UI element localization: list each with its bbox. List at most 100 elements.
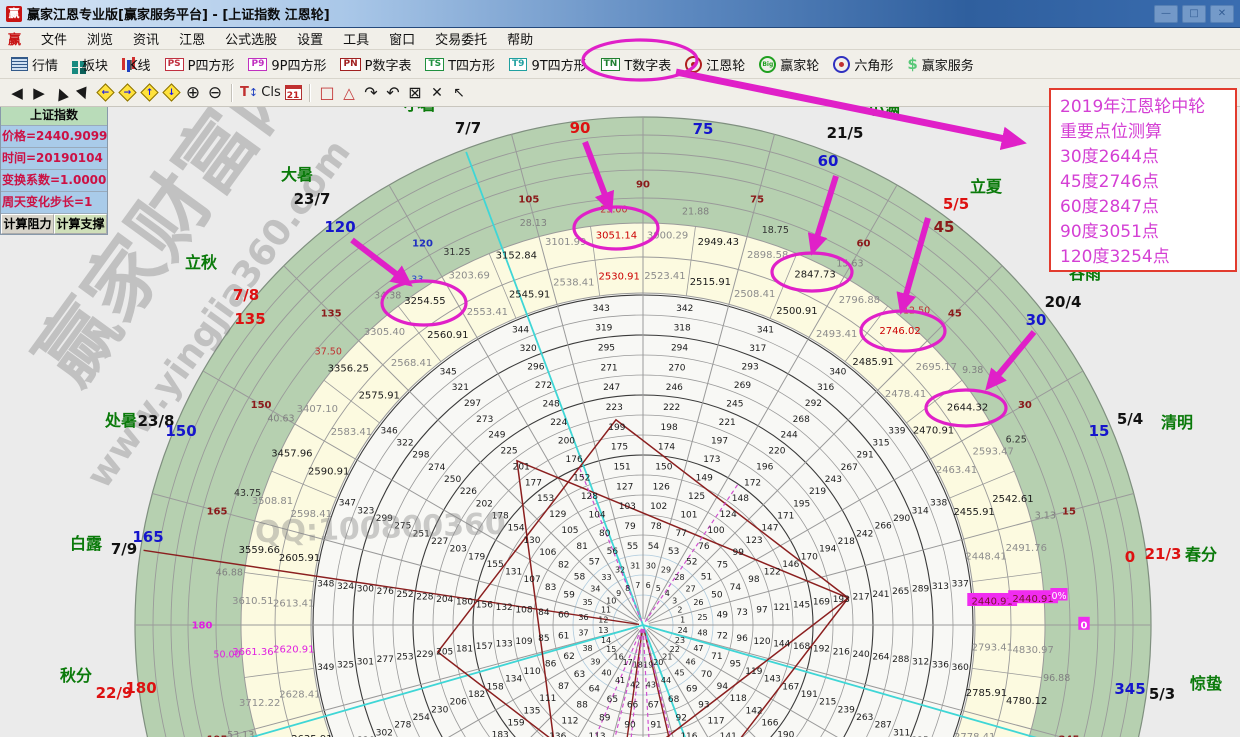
pan-right-icon[interactable]: ▶ — [28, 82, 50, 104]
rotate-ccw-icon[interactable]: ↶ — [382, 82, 404, 104]
svg-text:104: 104 — [588, 510, 605, 520]
toolbar-item-9p-square[interactable]: P99P四方形 — [241, 52, 333, 76]
rotate-cw-icon[interactable]: ↷ — [360, 82, 382, 104]
toolbar-item-kline[interactable]: K线 — [115, 52, 158, 76]
svg-text:3.13: 3.13 — [1035, 511, 1056, 522]
svg-text:2545.91: 2545.91 — [509, 289, 550, 300]
step-left-icon[interactable]: ← — [94, 82, 116, 104]
wheel-label-5/4: 5/4 — [1117, 410, 1143, 428]
svg-text:345: 345 — [440, 367, 457, 377]
svg-text:2620.91: 2620.91 — [273, 644, 314, 655]
svg-text:12.50: 12.50 — [903, 306, 930, 317]
time-axis-icon[interactable]: T↕ — [238, 82, 260, 104]
toolbar-label: P数字表 — [365, 55, 412, 74]
svg-text:63: 63 — [574, 670, 585, 680]
toolbar-item-winner-service[interactable]: $赢家服务 — [900, 52, 980, 76]
calc-resistance-button[interactable]: 计算阻力 — [1, 214, 54, 234]
step-down-icon[interactable]: ↓ — [160, 82, 182, 104]
toolbar-item-winner-wheel[interactable]: Big赢家轮 — [752, 52, 826, 76]
step-up-icon[interactable]: ↑ — [138, 82, 160, 104]
svg-text:108: 108 — [515, 605, 532, 615]
toolbar-label: T数字表 — [624, 55, 671, 74]
toolbar-item-quotes[interactable]: 行情 — [4, 52, 65, 76]
menu-item-tools[interactable]: 工具 — [333, 29, 379, 48]
wheel-label-20/4: 20/4 — [1045, 293, 1082, 311]
t-square-badge-icon: TS — [425, 58, 444, 71]
toolbar-item-t-square[interactable]: TST四方形 — [418, 52, 502, 76]
toolbar-item-gann-wheel[interactable]: 江恩轮 — [678, 52, 752, 76]
svg-text:72: 72 — [717, 632, 728, 642]
svg-text:265: 265 — [892, 587, 909, 597]
svg-text:30: 30 — [646, 561, 656, 570]
main-toolbar: 行情板块 K线 PSP四方形P99P四方形PNP数字表TST四方形T99T四方形TN… — [0, 50, 1240, 79]
toolbar-label: 行情 — [32, 55, 58, 74]
calc-support-button[interactable]: 计算支撑 — [54, 214, 107, 234]
svg-text:88: 88 — [576, 700, 588, 710]
toolbar-item-sectors[interactable]: 板块 — [65, 52, 115, 76]
svg-text:2538.41: 2538.41 — [553, 277, 594, 288]
zoom-in-icon[interactable]: ⊕ — [182, 82, 204, 104]
svg-text:249: 249 — [488, 431, 505, 441]
menu-item-file[interactable]: 文件 — [31, 29, 77, 48]
svg-text:271: 271 — [600, 363, 617, 373]
svg-text:154: 154 — [507, 524, 524, 534]
svg-text:224: 224 — [550, 418, 567, 428]
toolbar-item-t-number-table[interactable]: TNT数字表 — [594, 52, 679, 76]
close-icon[interactable]: ✕ — [1210, 5, 1234, 23]
toolbar-item-p-square[interactable]: PSP四方形 — [158, 52, 242, 76]
menu-item-window[interactable]: 窗口 — [379, 29, 425, 48]
svg-text:176: 176 — [566, 455, 583, 465]
toolbar-label: K线 — [129, 55, 151, 74]
svg-text:2949.43: 2949.43 — [698, 237, 739, 248]
svg-text:276: 276 — [377, 587, 394, 597]
pointer-icon[interactable]: ↖ — [448, 82, 470, 104]
svg-text:180: 180 — [456, 598, 473, 608]
boxed-x-icon[interactable]: ⊠ — [404, 82, 426, 104]
maximize-icon[interactable]: □ — [1182, 5, 1206, 23]
svg-text:2463.41: 2463.41 — [936, 465, 977, 476]
step-right-icon[interactable]: → — [116, 82, 138, 104]
svg-text:46.88: 46.88 — [216, 568, 243, 579]
svg-text:344: 344 — [512, 326, 529, 336]
svg-text:143: 143 — [764, 675, 781, 685]
svg-text:102: 102 — [650, 502, 667, 512]
pan-left-icon[interactable]: ◀ — [6, 82, 28, 104]
draw-square-icon[interactable]: □ — [316, 82, 338, 104]
menu-item-view[interactable]: 浏览 — [77, 29, 123, 48]
toolbar-item-hexagon[interactable]: 六角形 — [826, 52, 900, 76]
9p-square-badge-icon: P9 — [248, 58, 267, 71]
menu-item-formula-stock-pick[interactable]: 公式选股 — [215, 29, 287, 48]
svg-text:246: 246 — [666, 383, 683, 393]
svg-text:2485.91: 2485.91 — [852, 357, 893, 368]
svg-text:298: 298 — [412, 451, 429, 461]
svg-text:145: 145 — [793, 600, 810, 610]
draw-triangle-icon[interactable]: △ — [338, 82, 360, 104]
calendar-icon[interactable]: 21 — [282, 82, 304, 104]
svg-text:229: 229 — [416, 650, 433, 660]
minimize-icon[interactable]: — — [1154, 5, 1178, 23]
menu-item-gann[interactable]: 江恩 — [169, 29, 215, 48]
svg-text:150: 150 — [655, 463, 672, 473]
annotation-line-1: 重要点位测算 — [1060, 120, 1231, 145]
kline-icon — [122, 58, 125, 70]
svg-text:226: 226 — [460, 487, 477, 497]
toolbar-item-p-number-table[interactable]: PNP数字表 — [333, 52, 418, 76]
title-bar[interactable]: 赢 赢家江恩专业版[赢家服务平台] - [上证指数 江恩轮] — □ ✕ — [0, 0, 1240, 28]
menu-bar: 赢 文件浏览资讯江恩公式选股设置工具窗口交易委托帮助 — [0, 28, 1240, 50]
shrink-icon[interactable]: ✕ — [426, 82, 448, 104]
svg-text:30: 30 — [1018, 400, 1032, 411]
toolbar-item-9t-square[interactable]: T99T四方形 — [502, 52, 594, 76]
svg-text:0: 0 — [1081, 621, 1088, 632]
menu-item-help[interactable]: 帮助 — [497, 29, 543, 48]
zoom-out-icon[interactable]: ⊖ — [204, 82, 226, 104]
menu-item-info[interactable]: 资讯 — [123, 29, 169, 48]
svg-text:94: 94 — [717, 682, 729, 692]
cls-button[interactable]: Cls — [260, 82, 282, 104]
menu-item-trade-entrust[interactable]: 交易委托 — [425, 29, 497, 48]
svg-text:100: 100 — [707, 526, 724, 536]
menu-item-settings[interactable]: 设置 — [287, 29, 333, 48]
svg-text:200: 200 — [558, 436, 575, 446]
svg-text:70: 70 — [701, 670, 713, 680]
svg-text:57: 57 — [589, 558, 600, 568]
svg-text:225: 225 — [500, 447, 517, 457]
